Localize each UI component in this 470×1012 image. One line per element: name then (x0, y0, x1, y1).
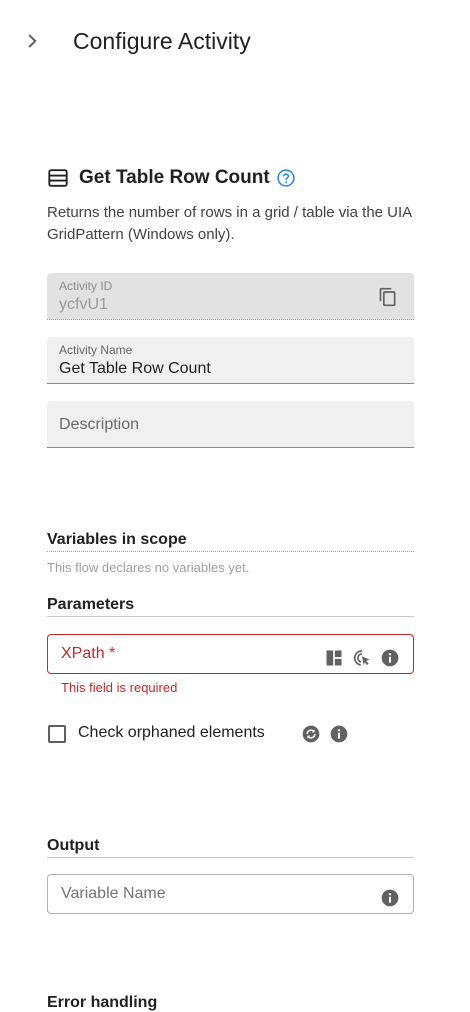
activity-description: Returns the number of rows in a grid / t… (47, 204, 412, 243)
description-field[interactable]: Description (47, 401, 414, 448)
parameters-section-title: Parameters (47, 596, 414, 617)
activity-name-field[interactable]: Activity Name Get Table Row Count (47, 337, 414, 384)
variable-name-placeholder: Variable Name (61, 885, 166, 902)
page-title: Configure Activity (73, 28, 251, 54)
table-icon (48, 169, 68, 187)
layout-icon[interactable] (324, 648, 344, 668)
info-icon[interactable] (329, 724, 349, 744)
xpath-label: XPath * (61, 645, 116, 662)
info-icon[interactable] (380, 888, 400, 908)
variable-name-input[interactable]: Variable Name (47, 874, 414, 914)
description-placeholder: Description (59, 416, 140, 433)
activity-id-label: Activity ID (59, 279, 113, 293)
activity-title: Get Table Row Count (79, 167, 270, 188)
activity-id-value: ycfvU1 (59, 296, 108, 313)
output-section-title: Output (47, 837, 414, 858)
error-handling-section-title: Error handling (47, 994, 158, 1011)
chevron-right-icon[interactable] (22, 30, 44, 52)
variables-section-title: Variables in scope (47, 531, 414, 552)
check-orphaned-checkbox[interactable] (48, 725, 66, 743)
activity-name-label: Activity Name (59, 343, 133, 357)
variables-note: This flow declares no variables yet. (47, 560, 250, 575)
help-icon[interactable] (276, 168, 296, 188)
activity-name-value[interactable]: Get Table Row Count (59, 360, 211, 378)
check-orphaned-label: Check orphaned elements (78, 724, 265, 741)
element-picker-icon[interactable] (352, 648, 372, 668)
copy-icon[interactable] (378, 287, 398, 307)
sync-icon[interactable] (301, 724, 321, 744)
xpath-error: This field is required (61, 680, 178, 695)
info-icon[interactable] (380, 648, 400, 668)
xpath-input[interactable]: XPath * (47, 634, 414, 674)
activity-id-field: Activity ID ycfvU1 (47, 273, 414, 320)
